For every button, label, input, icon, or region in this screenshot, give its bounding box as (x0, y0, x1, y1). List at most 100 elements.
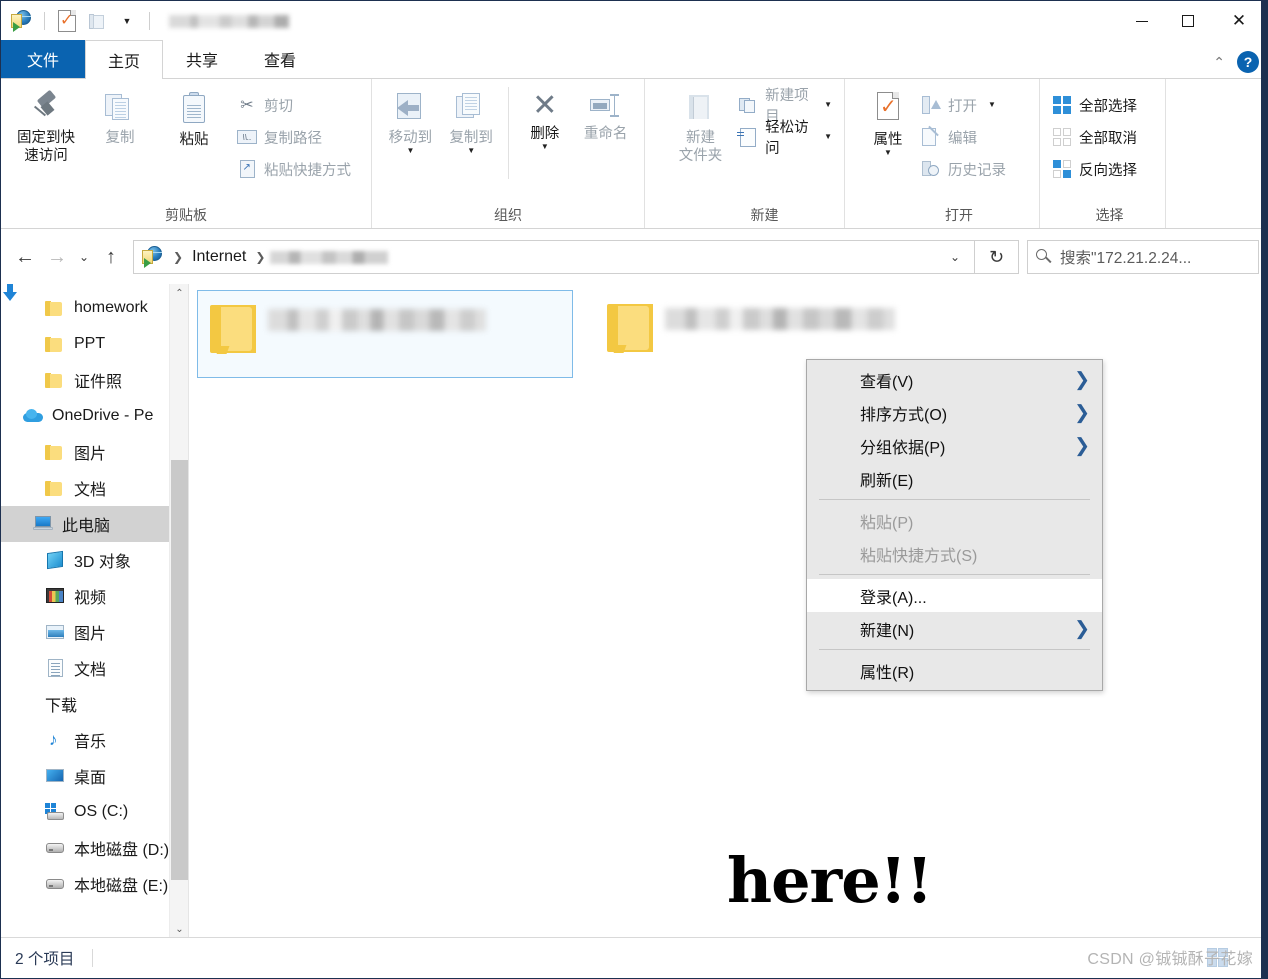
sidebar-item-label: 3D 对象 (74, 554, 131, 571)
sidebar-item-local-disk-e[interactable]: 本地磁盘 (E:) (1, 866, 188, 902)
move-to-icon (393, 91, 427, 125)
sidebar-item-label: 文档 (74, 662, 107, 679)
sidebar-item-music[interactable]: ♪ 音乐 (1, 722, 188, 758)
new-small-commands: 新建项目 ▼ 轻松访问 ▼ (737, 85, 836, 157)
group-label-new: 新建 (750, 207, 779, 223)
select-none-label: 全部取消 (1079, 130, 1137, 147)
open-caret-icon[interactable]: ▼ (988, 101, 996, 109)
new-item-caret-icon[interactable]: ▼ (824, 101, 832, 109)
properties-caret-icon[interactable]: ▼ (884, 149, 892, 157)
breadcrumb[interactable]: ❯ Internet ❯ ⌄ (133, 240, 975, 274)
delete-caret-icon[interactable]: ▼ (541, 143, 549, 151)
menu-item-new[interactable]: 新建(N) ❯ (807, 612, 1102, 645)
ribbon-easy-access-button[interactable]: 轻松访问 ▼ (737, 120, 836, 157)
search-input[interactable]: 搜索"172.21.2.24... (1027, 240, 1259, 274)
ribbon-invert-selection-button[interactable]: 反向选择 (1052, 155, 1141, 183)
properties-check-icon[interactable]: ✓ (54, 8, 80, 34)
ribbon-copy-button[interactable]: 复制 (83, 85, 157, 147)
sidebar-item-label: 下载 (45, 698, 78, 715)
sidebar-item-id-photo[interactable]: 证件照 (1, 362, 188, 398)
ribbon-paste-shortcut-button[interactable]: 粘贴快捷方式 (237, 155, 355, 183)
ribbon-new-folder-button[interactable]: 新建 文件夹 (667, 85, 734, 165)
sidebar-item-documents[interactable]: 文档 (1, 650, 188, 686)
maximize-button[interactable] (1165, 1, 1211, 41)
sidebar-item-downloads[interactable]: 下载 (1, 284, 188, 722)
folder-icon (210, 301, 256, 355)
menu-item-group-by[interactable]: 分组依据(P) ❯ (807, 429, 1102, 462)
back-button[interactable]: ← (9, 241, 41, 273)
collapse-ribbon-icon[interactable]: ⌃ (1213, 54, 1225, 71)
forward-button[interactable]: → (41, 241, 73, 273)
easy-access-caret-icon[interactable]: ▼ (824, 133, 832, 141)
menu-item-refresh[interactable]: 刷新(E) (807, 462, 1102, 495)
sidebar-item-videos[interactable]: 视频 (1, 578, 188, 614)
chevron-right-icon: ❯ (1074, 435, 1090, 456)
menu-item-view[interactable]: 查看(V) ❯ (807, 363, 1102, 396)
group-label-clipboard: 剪贴板 (165, 207, 207, 223)
ribbon-select-all-button[interactable]: 全部选择 (1052, 91, 1141, 119)
ribbon-spacer (1165, 79, 1267, 228)
list-item[interactable] (197, 290, 573, 378)
documents-icon (45, 659, 65, 677)
ribbon-copy-to-button[interactable]: 复制到 ▼ (441, 85, 502, 155)
ribbon-history-button[interactable]: 历史记录 (921, 155, 1010, 183)
ribbon-copy-path-button[interactable]: \\.. 复制路径 (237, 123, 355, 151)
help-icon[interactable]: ? (1237, 51, 1259, 73)
menu-item-properties[interactable]: 属性(R) (807, 654, 1102, 687)
ribbon-delete-button[interactable]: ✕ 删除 ▼ (514, 85, 575, 151)
ribbon-properties-button[interactable]: ✓ 属性 ▼ (859, 85, 917, 157)
ribbon-select-none-button[interactable]: 全部取消 (1052, 123, 1141, 151)
recent-locations-icon[interactable]: ⌄ (73, 241, 95, 273)
scrollbar-thumb[interactable] (171, 460, 188, 880)
tab-home[interactable]: 主页 (85, 40, 164, 79)
new-folder-icon[interactable] (84, 8, 110, 34)
ribbon-open-button[interactable]: 打开 ▼ (921, 91, 1010, 119)
crumb-separator-2[interactable]: ❯ (253, 250, 267, 264)
easy-access-label: 轻松访问 (765, 120, 809, 157)
move-to-caret-icon[interactable]: ▼ (406, 147, 414, 155)
sidebar-item-ppt[interactable]: PPT (1, 326, 188, 362)
ribbon-edit-button[interactable]: 编辑 (921, 123, 1010, 151)
scroll-up-icon[interactable]: ⌃ (170, 284, 188, 303)
ribbon-new-item-button[interactable]: 新建项目 ▼ (738, 88, 836, 125)
crumb-separator-1[interactable]: ❯ (171, 250, 185, 264)
navigation-pane-scrollbar[interactable]: ⌃ ⌄ (169, 284, 188, 939)
properties-icon: ✓ (871, 91, 905, 127)
up-button[interactable]: ↑ (95, 241, 127, 273)
folder-icon (45, 443, 65, 461)
sidebar-item-onedrive-pictures[interactable]: 图片 (1, 434, 188, 470)
sidebar-item-local-disk-d[interactable]: 本地磁盘 (D:) (1, 830, 188, 866)
internet-explorer-icon[interactable] (9, 8, 35, 34)
file-list-view[interactable]: here!! (188, 284, 1267, 939)
sidebar-item-desktop[interactable]: 桌面 (1, 758, 188, 794)
sidebar-item-3d-objects[interactable]: 3D 对象 (1, 542, 188, 578)
ribbon-paste-button[interactable]: 粘贴 (157, 85, 231, 149)
crumb-internet[interactable]: Internet (188, 248, 250, 266)
sidebar-item-os-c[interactable]: OS (C:) (1, 794, 188, 830)
ribbon-move-to-button[interactable]: 移动到 ▼ (380, 85, 441, 155)
file-name-blurred (268, 309, 486, 331)
copy-to-caret-icon[interactable]: ▼ (467, 147, 475, 155)
menu-item-sign-in[interactable]: 登录(A)... (807, 579, 1102, 612)
sidebar-item-this-pc[interactable]: 此电脑 (1, 506, 188, 542)
ribbon-rename-button[interactable]: 重命名 (575, 85, 636, 143)
minimize-button[interactable] (1119, 1, 1165, 41)
ribbon-group-open: ✓ 属性 ▼ 打开 ▼ 编辑 历史记录 打开 (844, 79, 1039, 228)
close-button[interactable]: ✕ (1211, 1, 1267, 41)
crumb-path-blurred[interactable] (270, 250, 389, 264)
tab-share[interactable]: 共享 (163, 40, 242, 78)
tab-file[interactable]: 文件 (1, 40, 85, 78)
sidebar-item-pictures[interactable]: 图片 (1, 614, 188, 650)
group-label-select: 选择 (1095, 207, 1124, 223)
tab-view[interactable]: 查看 (241, 40, 320, 78)
address-dropdown-icon[interactable]: ⌄ (942, 250, 968, 264)
sidebar-item-onedrive[interactable]: OneDrive - Pe (1, 398, 188, 434)
sidebar-item-onedrive-documents[interactable]: 文档 (1, 470, 188, 506)
sidebar-item-homework[interactable]: homework (1, 290, 188, 326)
ribbon-pin-to-quick-access[interactable]: 固定到快 速访问 (9, 85, 83, 165)
menu-item-sort-by[interactable]: 排序方式(O) ❯ (807, 396, 1102, 429)
customize-caret-icon[interactable]: ▼ (114, 8, 140, 34)
refresh-button[interactable]: ↻ (975, 240, 1019, 274)
internet-crumb-icon (142, 246, 164, 268)
ribbon-cut-button[interactable]: ✂ 剪切 (237, 91, 355, 119)
